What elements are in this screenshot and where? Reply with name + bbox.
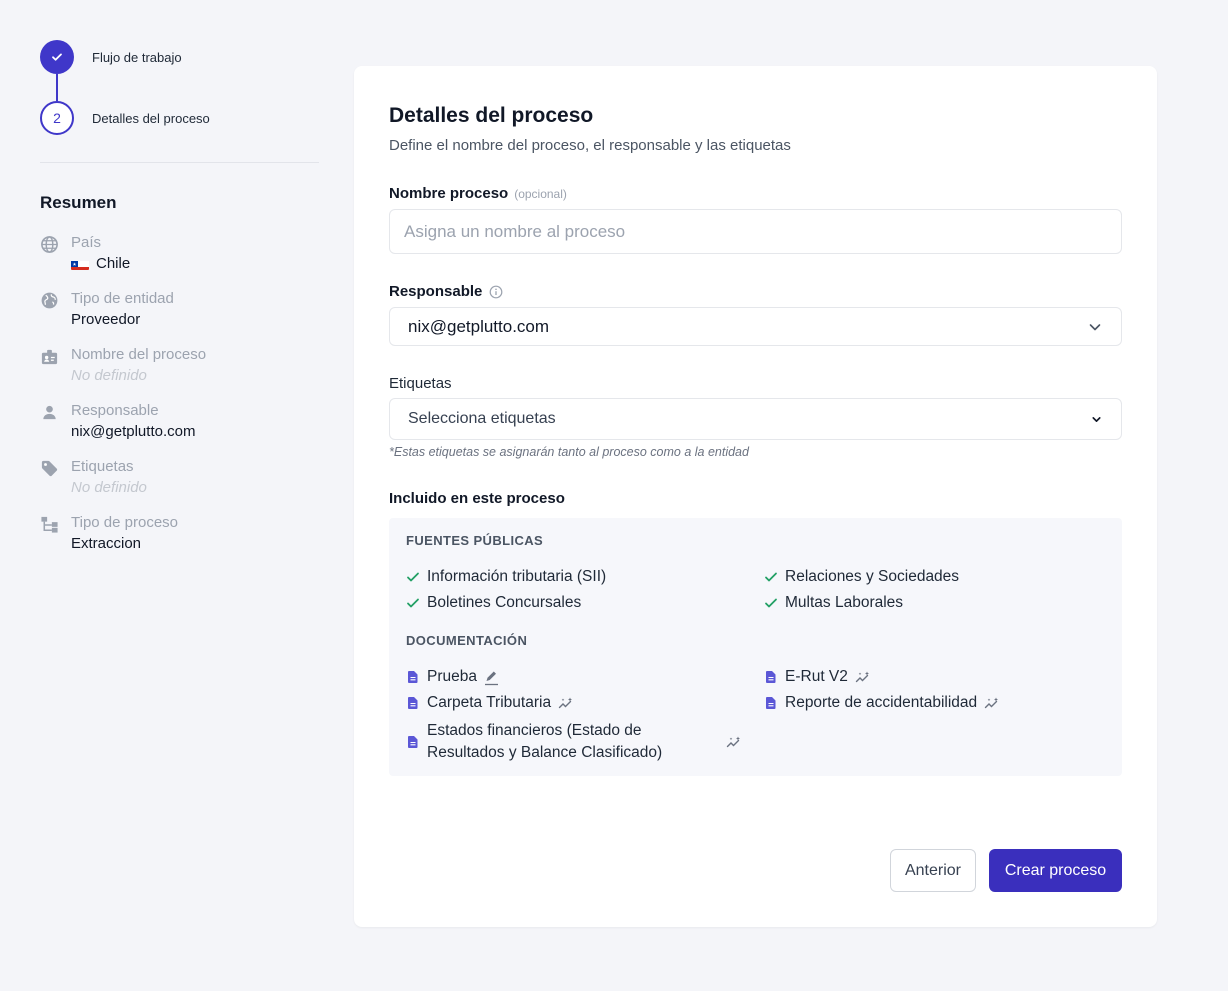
summary-item-entity-type: Tipo de entidad Proveedor — [40, 289, 319, 331]
summary-label: País — [71, 234, 102, 251]
documentation-title: DOCUMENTACIÓN — [406, 633, 528, 648]
summary-label: Responsable — [71, 402, 159, 419]
tags-label-text: Etiquetas — [389, 375, 452, 392]
document-item: Estados financieros (Estado de Resultado… — [406, 720, 746, 764]
public-source-item: Boletines Concursales — [406, 594, 581, 612]
document-label: Prueba — [427, 668, 477, 685]
step-connector — [56, 74, 58, 101]
country-value: Chile — [96, 255, 131, 272]
summary-item-responsible: Responsable nix@getplutto.com — [40, 401, 319, 443]
document-label-line: Resultados y Balance Clasificado) — [427, 744, 663, 761]
document-label: E-Rut V2 — [785, 668, 848, 685]
document-icon — [408, 671, 418, 683]
step-process-details[interactable]: 2 Detalles del proceso — [40, 101, 319, 135]
summary-value: Proveedor — [71, 311, 141, 328]
flow-icon — [41, 516, 58, 533]
summary-label: Tipo de proceso — [71, 514, 179, 531]
step-label: Flujo de trabajo — [92, 49, 182, 65]
summary-item-tags: Etiquetas No definido — [40, 457, 319, 499]
document-label: Carpeta Tributaria — [427, 694, 552, 711]
tag-icon — [41, 460, 58, 477]
summary-value: Chile — [71, 253, 130, 275]
check-icon — [765, 572, 777, 582]
summary-title: Resumen — [40, 193, 117, 212]
public-source-label: Relaciones y Sociedades — [785, 568, 960, 585]
sidebar: Flujo de trabajo 2 Detalles del proceso … — [40, 40, 319, 555]
chevron-down-icon — [1089, 323, 1101, 330]
summary-value: nix@getplutto.com — [71, 423, 196, 440]
globe-filled-icon — [41, 292, 58, 309]
document-item: Reporte de accidentabilidad — [764, 694, 1000, 712]
id-badge-icon — [41, 349, 58, 365]
step-current-circle: 2 — [40, 101, 74, 135]
public-source-label: Boletines Concursales — [427, 594, 582, 611]
sidebar-divider — [40, 162, 319, 163]
summary-item-process-type: Tipo de proceso Extraccion — [40, 513, 319, 555]
page-title: Detalles del proceso — [389, 104, 594, 127]
summary-item-process-name: Nombre del proceso No definido — [40, 345, 319, 387]
tags-label: Etiquetas — [389, 375, 452, 392]
check-icon — [407, 572, 419, 582]
tags-placeholder: Selecciona etiquetas — [408, 410, 556, 427]
document-item: E-Rut V2 — [764, 668, 871, 686]
page-subtitle: Define el nombre del proceso, el respons… — [389, 137, 791, 154]
public-source-label: Multas Laborales — [785, 594, 904, 611]
check-icon — [52, 53, 62, 61]
step-done-circle — [40, 40, 74, 74]
step-workflow[interactable]: Flujo de trabajo — [40, 40, 319, 101]
summary-list: País Chile Tipo de entidad Proveedor Nom… — [40, 233, 319, 555]
document-item: Prueba — [406, 668, 500, 686]
sparkle-icon — [855, 671, 869, 682]
document-label: Reporte de accidentabilidad — [785, 694, 978, 711]
summary-label: Etiquetas — [71, 458, 134, 475]
document-icon — [408, 736, 418, 748]
optional-label: (opcional) — [514, 186, 567, 201]
summary-item-country: País Chile — [40, 233, 319, 275]
pencil-icon[interactable] — [483, 669, 500, 686]
document-item: Carpeta Tributaria — [406, 694, 574, 712]
chevron-down-icon — [1092, 416, 1101, 422]
info-icon[interactable] — [489, 285, 503, 299]
included-label-text: Incluido en este proceso — [389, 490, 565, 507]
document-icon — [408, 697, 418, 709]
summary-value: No definido — [71, 479, 147, 496]
public-source-label: Información tributaria (SII) — [427, 568, 607, 585]
step-number: 2 — [53, 110, 61, 126]
process-name-input[interactable] — [389, 209, 1122, 254]
document-icon — [766, 697, 776, 709]
check-icon — [407, 598, 419, 608]
step-label: Detalles del proceso — [92, 110, 210, 126]
process-name-label-text: Nombre proceso — [389, 185, 509, 202]
globe-icon — [41, 236, 58, 253]
process-details-card: Detalles del proceso Define el nombre de… — [354, 66, 1157, 927]
sparkle-icon — [726, 736, 740, 747]
tags-hint: *Estas etiquetas se asignarán tanto al p… — [389, 445, 749, 459]
summary-label: Nombre del proceso — [71, 346, 207, 363]
summary-value: No definido — [71, 367, 147, 384]
summary-label: Tipo de entidad — [71, 290, 174, 307]
included-panel: FUENTES PÚBLICAS Información tributaria … — [389, 518, 1122, 776]
responsible-label: Responsable — [389, 283, 503, 300]
check-icon — [765, 598, 777, 608]
public-sources-title: FUENTES PÚBLICAS — [406, 533, 544, 548]
sparkle-icon — [984, 697, 999, 708]
chile-flag-icon — [71, 258, 89, 270]
public-source-item: Relaciones y Sociedades — [764, 568, 959, 586]
responsible-selected-value: nix@getplutto.com — [408, 316, 550, 336]
included-label: Incluido en este proceso — [389, 490, 565, 507]
previous-button[interactable]: Anterior — [890, 849, 976, 892]
process-name-label: Nombre proceso (opcional) — [389, 185, 567, 202]
public-source-item: Multas Laborales — [764, 594, 903, 612]
document-icon — [766, 671, 776, 683]
sparkle-icon — [558, 697, 573, 708]
summary-value: Extraccion — [71, 535, 142, 552]
person-icon — [43, 405, 56, 420]
tags-select[interactable]: Selecciona etiquetas — [389, 398, 1122, 440]
public-source-item: Información tributaria (SII) — [406, 568, 606, 586]
responsible-select[interactable]: nix@getplutto.com — [389, 307, 1122, 346]
document-label: Estados financieros (Estado de Resultado… — [427, 720, 725, 764]
document-label-line: Estados financieros (Estado de — [427, 722, 642, 739]
create-process-button[interactable]: Crear proceso — [989, 849, 1122, 892]
responsible-label-text: Responsable — [389, 283, 483, 300]
